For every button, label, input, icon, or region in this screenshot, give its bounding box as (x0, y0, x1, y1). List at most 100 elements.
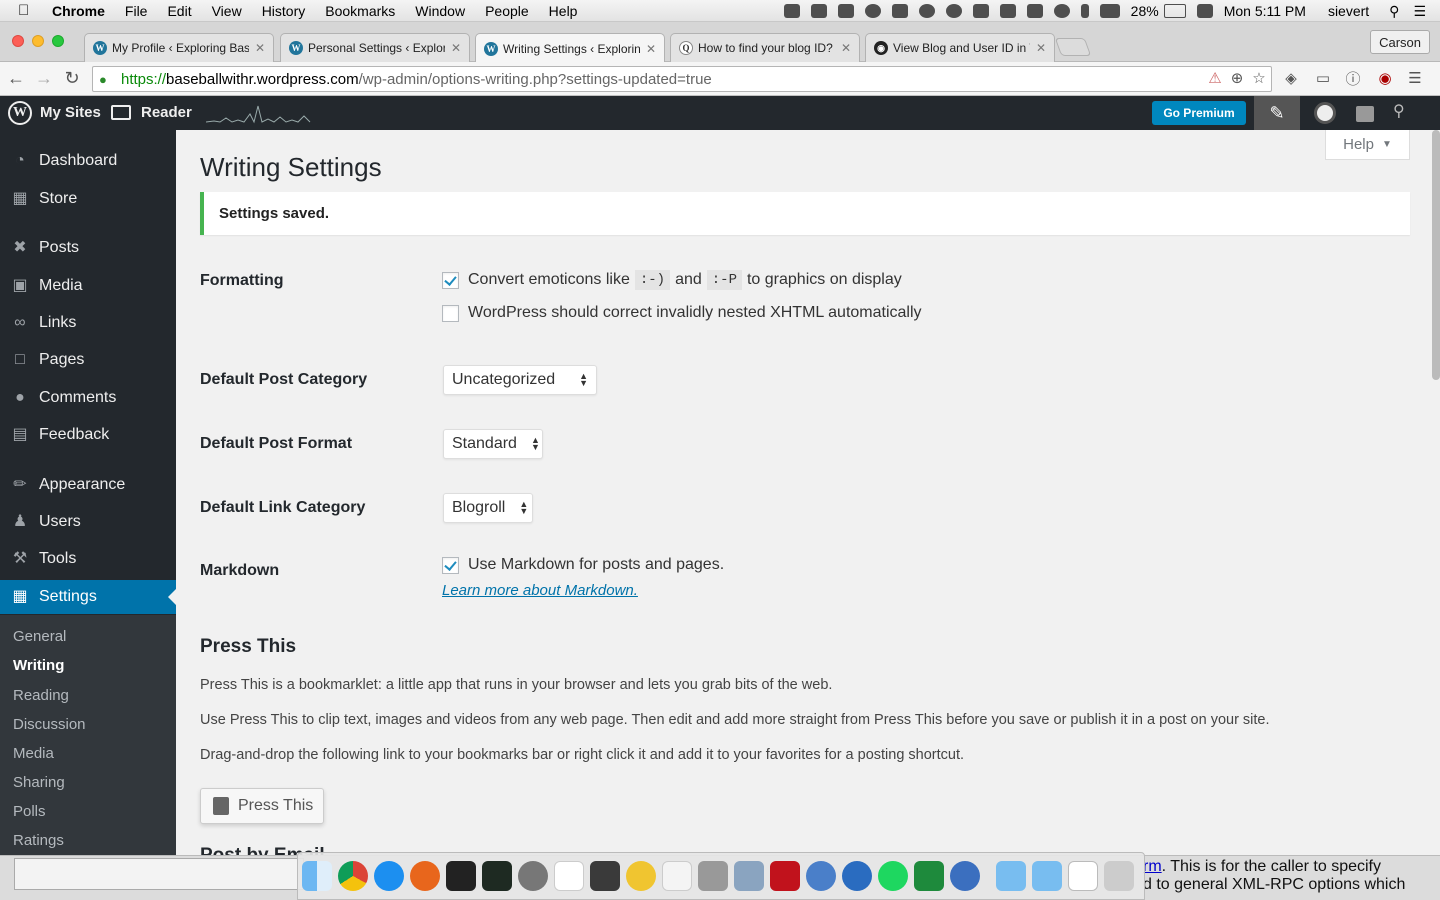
xhtml-option[interactable]: WordPress should correct invalidly neste… (442, 304, 922, 322)
airplay-icon[interactable] (1026, 4, 1043, 18)
default-post-format-select[interactable]: Standard ▲ ▼ (443, 429, 543, 459)
menu-window[interactable]: Window (415, 3, 465, 19)
drive-icon[interactable] (810, 4, 827, 18)
menu-app-name[interactable]: Chrome (52, 3, 105, 19)
markdown-checkbox[interactable] (442, 556, 459, 574)
menubar-clock[interactable]: Mon 5:11 PM (1224, 3, 1306, 19)
document-icon[interactable] (1068, 861, 1098, 891)
close-tab-icon[interactable]: ✕ (255, 41, 265, 55)
page-scrollbar[interactable] (1432, 130, 1440, 855)
user-avatar[interactable] (1314, 102, 1336, 124)
menubar-user[interactable]: sievert (1328, 3, 1369, 19)
tab-writing-settings[interactable]: W Writing Settings ‹ Exploring ✕ (475, 33, 665, 63)
notification-center-icon[interactable]: ☰ (1413, 3, 1426, 20)
go-premium-button[interactable]: Go Premium (1152, 101, 1246, 125)
new-tab-button[interactable] (1054, 38, 1092, 56)
self-service-icon[interactable] (806, 861, 836, 891)
emoticons-option[interactable]: Convert emoticons like :-) and :-P to gr… (442, 270, 902, 290)
hand-icon[interactable] (999, 4, 1016, 18)
sidebar-item-links[interactable]: ∞ Links (0, 306, 176, 340)
submenu-media[interactable]: Media (13, 745, 54, 762)
sidebar-item-tools[interactable]: ⚒ Tools (0, 542, 176, 576)
onepassword-ext-icon[interactable]: ⓘ (1344, 69, 1362, 88)
trash-icon[interactable] (1104, 861, 1134, 891)
applications-folder-icon[interactable] (996, 861, 1026, 891)
activity-monitor-icon[interactable] (482, 861, 512, 891)
minimize-window-button[interactable] (32, 35, 44, 47)
menu-bookmarks[interactable]: Bookmarks (325, 3, 395, 19)
preview-icon[interactable] (734, 861, 764, 891)
reader-link[interactable]: Reader (141, 104, 192, 121)
sidebar-item-store[interactable]: ▦ Store (0, 182, 176, 216)
cast-icon[interactable]: ▭ (1314, 69, 1332, 87)
submenu-ratings[interactable]: Ratings (13, 832, 64, 849)
onepassword-app-icon[interactable] (842, 861, 872, 891)
submenu-sharing[interactable]: Sharing (13, 774, 65, 791)
submenu-polls[interactable]: Polls (13, 803, 46, 820)
menu-file[interactable]: File (125, 3, 148, 19)
my-sites-link[interactable]: My Sites (40, 104, 101, 121)
address-bar[interactable]: ● https:// baseballwithr.wordpress.com /… (92, 66, 1272, 92)
background-link[interactable]: rm (1143, 858, 1162, 875)
submenu-writing[interactable]: Writing (13, 657, 64, 674)
sidebar-item-appearance[interactable]: ✏ Appearance (0, 468, 176, 502)
zoom-window-button[interactable] (52, 35, 64, 47)
tab-my-profile[interactable]: W My Profile ‹ Exploring Base ✕ (84, 33, 274, 62)
excel-icon[interactable] (914, 861, 944, 891)
menu-people[interactable]: People (485, 3, 529, 19)
spotify-icon[interactable] (878, 861, 908, 891)
menu-view[interactable]: View (212, 3, 242, 19)
building-icon[interactable] (891, 4, 908, 18)
sidebar-item-pages[interactable]: □ Pages (0, 343, 176, 377)
markdown-option[interactable]: Use Markdown for posts and pages. (442, 556, 724, 574)
spotlight-search-icon[interactable]: ⚲ (1389, 3, 1399, 20)
profile-button[interactable]: Carson (1370, 30, 1430, 54)
stats-sparkline[interactable] (206, 102, 312, 124)
close-tab-icon[interactable]: ✕ (1036, 41, 1046, 55)
menu-history[interactable]: History (262, 3, 306, 19)
notes-icon[interactable] (662, 861, 692, 891)
sublime-text-icon[interactable] (590, 861, 620, 891)
sidebar-item-feedback[interactable]: ▤ Feedback (0, 418, 176, 452)
tab-find-blog-id[interactable]: Q How to find your blog ID? ✕ (670, 33, 860, 62)
apple-icon[interactable]:  (18, 2, 38, 19)
cloud-icon[interactable] (945, 4, 962, 18)
xhtml-checkbox[interactable] (442, 304, 459, 322)
chrome-menu-icon[interactable]: ☰ (1406, 69, 1424, 87)
wifi-icon[interactable] (1099, 4, 1120, 18)
onepassword-icon[interactable] (918, 4, 935, 18)
tab-view-blog-user-id[interactable]: ◉ View Blog and User ID in W ✕ (865, 33, 1055, 62)
bookmark-star-icon[interactable]: ☆ (1250, 69, 1268, 87)
screen-share-icon[interactable] (783, 4, 800, 18)
press-this-bookmarklet-button[interactable]: Press This (200, 788, 324, 824)
sidebar-item-comments[interactable]: ● Comments (0, 381, 176, 415)
tab-personal-settings[interactable]: W Personal Settings ‹ Explori ✕ (280, 33, 470, 62)
submenu-reading[interactable]: Reading (13, 687, 69, 704)
calendar-icon[interactable] (554, 861, 584, 891)
forward-icon[interactable]: → (34, 68, 54, 90)
help-tab-button[interactable]: Help ▼ (1325, 130, 1410, 160)
documents-folder-icon[interactable] (1032, 861, 1062, 891)
close-window-button[interactable] (12, 35, 24, 47)
blocked-content-icon[interactable]: ⚠ (1206, 69, 1224, 87)
agent-icon[interactable] (972, 4, 989, 18)
bluetooth-icon[interactable] (1080, 4, 1089, 18)
ublock-icon[interactable]: ◉ (1376, 69, 1394, 87)
tex-icon[interactable] (698, 861, 728, 891)
close-tab-icon[interactable]: ✕ (451, 41, 461, 55)
system-preferences-icon[interactable] (518, 861, 548, 891)
write-post-icon[interactable]: ✎ (1254, 96, 1300, 130)
firefox-icon[interactable] (410, 861, 440, 891)
back-icon[interactable]: ← (6, 68, 26, 90)
acrobat-icon[interactable] (770, 861, 800, 891)
default-post-category-select[interactable]: Uncategorized ▲ ▼ (443, 365, 597, 395)
reload-icon[interactable]: ↻ (62, 68, 82, 90)
sidebar-item-users[interactable]: ♟ Users (0, 505, 176, 539)
volume-icon[interactable] (1196, 4, 1213, 18)
sidebar-item-dashboard[interactable]: ◔ Dashboard (0, 144, 176, 178)
time-machine-icon[interactable] (1053, 4, 1070, 18)
close-tab-icon[interactable]: ✕ (841, 41, 851, 55)
menu-help[interactable]: Help (549, 3, 578, 19)
battery-icon[interactable] (1163, 4, 1186, 18)
sidebar-item-posts[interactable]: ✖ Posts (0, 231, 176, 265)
